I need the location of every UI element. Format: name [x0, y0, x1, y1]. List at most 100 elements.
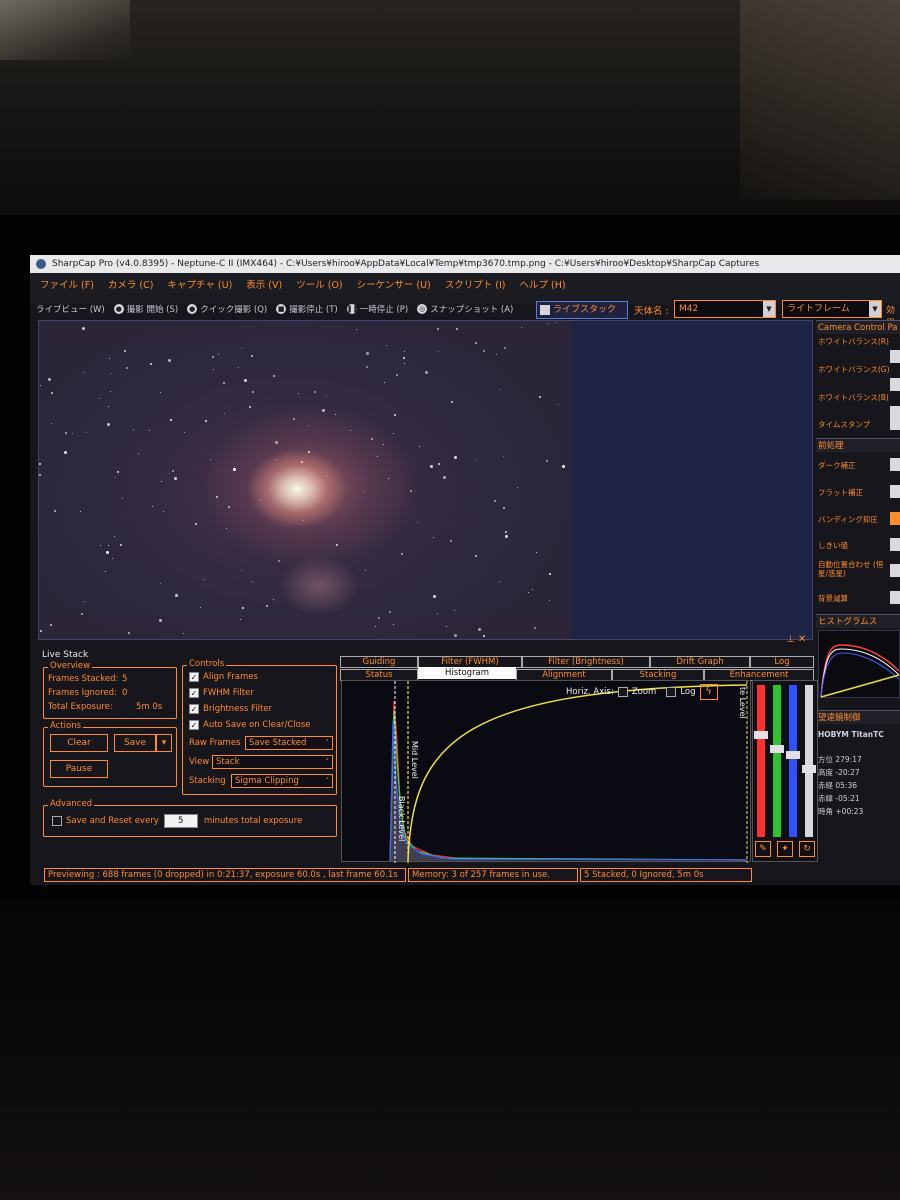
red-level-slider[interactable] — [757, 685, 765, 837]
menu-tools[interactable]: ツール (O) — [296, 277, 342, 291]
save-reset-checkbox[interactable]: Save and Reset every — [52, 816, 159, 826]
pause-button[interactable]: Pause — [50, 760, 108, 778]
star — [205, 420, 207, 422]
camera-icon: ● — [187, 304, 198, 314]
flat-correction-select[interactable] — [890, 485, 900, 498]
target-name-input[interactable]: M42 ▼ — [674, 300, 776, 318]
mount-hour-angle: 時角 +00:23 — [818, 807, 864, 816]
view-select[interactable]: Stack ˅ — [212, 755, 333, 769]
log-label: Log — [680, 687, 696, 697]
green-slider-handle[interactable] — [770, 745, 784, 753]
background-subtraction-select[interactable] — [890, 591, 900, 604]
quick-capture-button[interactable]: ● クイック撮影 (Q) — [187, 303, 267, 315]
green-level-slider[interactable] — [773, 685, 781, 837]
star — [410, 490, 412, 492]
checkbox-unchecked-icon[interactable] — [52, 816, 62, 826]
save-dropdown-button[interactable]: ▾ — [156, 734, 172, 752]
chevron-down-icon[interactable]: ▼ — [763, 301, 775, 317]
histogram-stretch-header[interactable]: ヒストグラムス — [816, 614, 900, 628]
save-button[interactable]: Save — [114, 734, 156, 752]
star — [126, 367, 128, 369]
star — [503, 456, 504, 457]
live-view-button[interactable]: ライブビュー (W) — [36, 303, 105, 315]
live-stack-button[interactable]: ライブスタック (L) — [536, 301, 628, 331]
clear-button[interactable]: Clear — [50, 734, 108, 752]
tab-filter-brightness[interactable]: Filter (Brightness) — [522, 656, 650, 668]
menu-scripting[interactable]: スクリプト (I) — [445, 277, 506, 291]
close-icon[interactable]: ✕ — [798, 634, 806, 645]
tab-guiding[interactable]: Guiding — [340, 656, 418, 668]
preprocess-header[interactable]: 前処理 — [816, 438, 900, 452]
checkbox-checked-icon[interactable]: ✓ — [189, 688, 199, 698]
brightness-filter-checkbox[interactable]: ✓ Brightness Filter — [189, 704, 272, 714]
threshold-slider[interactable] — [890, 538, 900, 551]
wb-green-slider[interactable] — [890, 378, 900, 391]
luminance-level-slider[interactable] — [805, 685, 813, 837]
mount-control-header[interactable]: 望遠鏡制御 — [816, 710, 900, 724]
align-frames-checkbox[interactable]: ✓ Align Frames — [189, 672, 258, 682]
checkbox-checked-icon[interactable]: ✓ — [189, 704, 199, 714]
pause-capture-button[interactable]: ❚❚ 一時停止 (P) — [346, 303, 408, 315]
wb-red-slider[interactable] — [890, 350, 900, 363]
mid-level-label: Mid Level — [410, 741, 419, 779]
checkbox-checked-icon[interactable]: ✓ — [189, 672, 199, 682]
red-slider-handle[interactable] — [754, 731, 768, 739]
star — [233, 468, 236, 471]
blue-level-slider[interactable] — [789, 685, 797, 837]
live-stack-icon — [540, 305, 550, 315]
star — [200, 607, 201, 608]
chevron-down-icon[interactable]: ▼ — [869, 301, 881, 317]
banding-suppression-slider[interactable] — [890, 512, 900, 525]
star — [50, 624, 52, 626]
camera-icon: ● — [113, 304, 124, 314]
menu-view[interactable]: 表示 (V) — [246, 277, 282, 291]
histogram-chart[interactable]: Mid Level Black Level te Level Horiz. Ax… — [341, 680, 751, 863]
dark-correction-label: ダーク補正 — [818, 461, 856, 470]
auto-save-checkbox[interactable]: ✓ Auto Save on Clear/Close — [189, 720, 311, 730]
tab-log[interactable]: Log — [750, 656, 814, 668]
minutes-stepper[interactable]: 5 — [164, 814, 198, 828]
background-wall — [740, 0, 900, 200]
timestamp-select[interactable] — [890, 417, 900, 430]
mount-dec: 赤緯 -05:21 — [818, 794, 860, 803]
tab-histogram[interactable]: Histogram — [418, 667, 516, 679]
star — [419, 446, 420, 447]
auto-stretch-icon[interactable]: ϟ — [699, 684, 718, 700]
advanced-label: Advanced — [48, 799, 94, 809]
star — [224, 413, 225, 414]
star — [160, 392, 161, 393]
star — [417, 522, 418, 523]
star — [494, 500, 496, 502]
raw-frames-select[interactable]: Save Stacked ˅ — [245, 736, 333, 750]
fwhm-filter-checkbox[interactable]: ✓ FWHM Filter — [189, 688, 254, 698]
image-viewer[interactable] — [38, 320, 813, 640]
dark-correction-select[interactable] — [890, 458, 900, 471]
menu-file[interactable]: ファイル (F) — [40, 277, 94, 291]
tab-drift-graph[interactable]: Drift Graph — [650, 656, 750, 668]
pin-icon[interactable]: ⊥ — [786, 634, 795, 645]
zoom-label: Zoom — [631, 687, 657, 697]
pick-color-icon[interactable]: ✎ — [755, 841, 771, 857]
reset-icon[interactable]: ↻ — [799, 841, 815, 857]
settings-icon[interactable]: ✦ — [777, 841, 793, 857]
menu-capture[interactable]: キャプチャ (U) — [167, 277, 232, 291]
star — [301, 461, 303, 463]
menu-help[interactable]: ヘルプ (H) — [519, 277, 565, 291]
menu-camera[interactable]: カメラ (C) — [108, 277, 154, 291]
threshold-label: しきい値 — [818, 541, 848, 550]
zoom-checkbox[interactable] — [617, 687, 628, 697]
star — [54, 510, 56, 512]
blue-slider-handle[interactable] — [786, 751, 800, 759]
snapshot-button[interactable]: ◎ スナップショット (A) — [417, 303, 513, 315]
auto-align-select[interactable] — [890, 564, 900, 577]
checkbox-checked-icon[interactable]: ✓ — [189, 720, 199, 730]
start-capture-button[interactable]: ● 撮影 開始 (S) — [113, 303, 178, 315]
stop-capture-button[interactable]: ■ 撮影停止 (T) — [276, 303, 338, 315]
chevron-down-icon: ▾ — [161, 738, 167, 748]
star — [168, 359, 171, 362]
log-checkbox[interactable] — [666, 687, 677, 697]
menu-sequencer[interactable]: シーケンサー (U) — [357, 277, 431, 291]
frame-type-select[interactable]: ライトフレーム ▼ — [782, 300, 882, 318]
luminance-slider-handle[interactable] — [802, 765, 816, 773]
stacking-select[interactable]: Sigma Clipping ˅ — [231, 774, 333, 788]
